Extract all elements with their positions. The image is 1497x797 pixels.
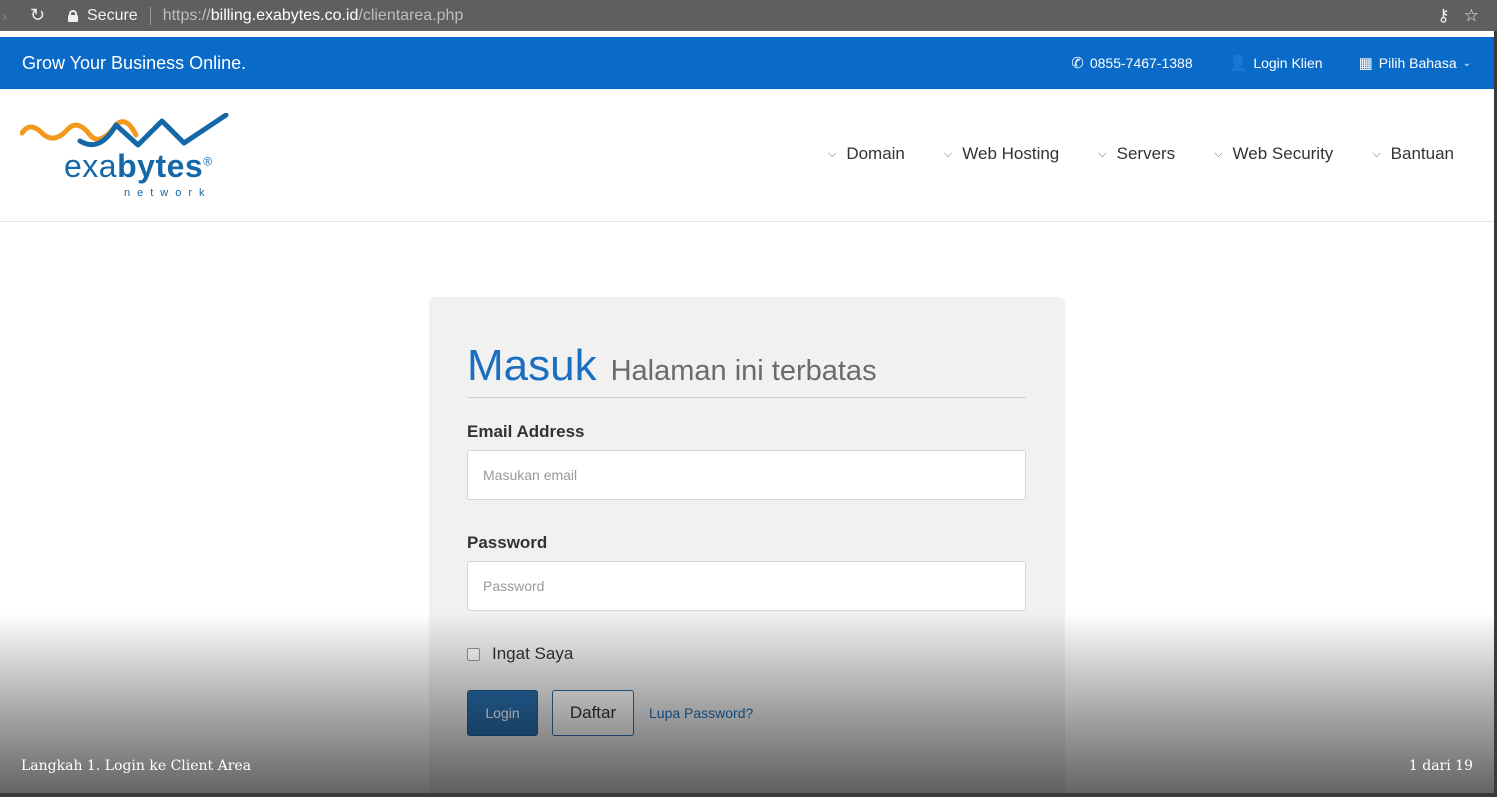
language-label: Pilih Bahasa: [1378, 55, 1457, 71]
nav-bantuan[interactable]: ⌵ Bantuan: [1372, 144, 1454, 164]
top-bar-links: ✆ 0855-7467-1388 👤 Login Klien ▦ Pilih B…: [1035, 54, 1471, 72]
login-button[interactable]: Login: [467, 690, 538, 736]
url-host: billing.exabytes.co.id: [210, 6, 359, 24]
language-icon: ▦: [1358, 55, 1373, 72]
browser-toolbar: › ↻ Secure https://billing.exabytes.co.i…: [0, 0, 1497, 31]
main-nav: ⌵ Domain ⌵ Web Hosting ⌵ Servers ⌵ Web Secur…: [828, 144, 1454, 164]
browser-actions: ⚷ ☆: [1437, 6, 1479, 26]
site-header: exabytes® network ⌵ Domain ⌵ Web Hosting ⌵…: [0, 89, 1497, 222]
bottom-border: [0, 793, 1497, 797]
address-separator: [149, 6, 151, 25]
reload-icon[interactable]: ↻: [30, 5, 52, 26]
email-field[interactable]: [467, 450, 1026, 500]
secure-label: Secure: [87, 6, 138, 24]
chevron-down-icon: ⌵: [1214, 147, 1223, 160]
forgot-password-link[interactable]: Lupa Password?: [649, 705, 753, 721]
phone-icon: ✆: [1071, 55, 1084, 72]
password-field[interactable]: [467, 561, 1026, 611]
logo-wordmark: exabytes®: [64, 148, 213, 184]
page-content: Masuk Halaman ini terbatas Email Address…: [0, 222, 1497, 797]
url-path: /clientarea.php: [358, 6, 464, 24]
top-bar: Grow Your Business Online. ✆ 0855-7467-1…: [0, 37, 1497, 89]
remember-label: Ingat Saya: [492, 644, 574, 663]
chevron-down-icon: ⌵: [1372, 147, 1381, 160]
slide-counter: 1 dari 19: [1408, 758, 1473, 774]
phone-number: 0855-7467-1388: [1089, 55, 1193, 71]
lock-icon: [68, 9, 78, 22]
chevron-down-icon: ⌵: [943, 147, 953, 160]
address-bar[interactable]: https://billing.exabytes.co.id/clientare…: [163, 7, 464, 25]
password-label: Password: [467, 533, 548, 552]
remember-checkbox[interactable]: [467, 647, 480, 661]
chevron-down-icon: ⌵: [827, 147, 837, 160]
chevron-down-icon: ⌵: [1098, 147, 1107, 160]
step-caption: Langkah 1. Login ke Client Area: [21, 758, 252, 774]
phone-link[interactable]: ✆ 0855-7467-1388: [1071, 54, 1192, 72]
page-title: Masuk: [467, 341, 597, 390]
nav-servers[interactable]: ⌵ Servers: [1098, 144, 1175, 164]
remember-me[interactable]: Ingat Saya: [467, 644, 573, 664]
key-icon[interactable]: ⚷: [1437, 6, 1449, 26]
chevron-down-icon: ⌄: [1462, 57, 1471, 69]
logo-subtitle: network: [124, 187, 212, 199]
heading-divider: [467, 397, 1026, 398]
logo-wave-icon: [20, 113, 229, 148]
bookmark-star-icon[interactable]: ☆: [1464, 6, 1479, 26]
login-klien-link[interactable]: 👤 Login Klien: [1229, 54, 1323, 72]
nav-domain[interactable]: ⌵ Domain: [828, 144, 905, 164]
language-selector[interactable]: ▦ Pilih Bahasa ⌄: [1359, 54, 1471, 72]
login-heading: Masuk Halaman ini terbatas: [467, 341, 877, 391]
url-scheme: https://: [162, 6, 211, 24]
login-card: Masuk Halaman ini terbatas Email Address…: [429, 297, 1065, 797]
email-label: Email Address: [467, 422, 585, 441]
page-subtitle: Halaman ini terbatas: [610, 355, 877, 387]
login-klien-label: Login Klien: [1253, 55, 1323, 71]
forward-icon[interactable]: ›: [2, 8, 16, 24]
register-button[interactable]: Daftar: [552, 690, 634, 736]
exabytes-logo[interactable]: exabytes® network: [20, 113, 240, 203]
tagline: Grow Your Business Online.: [22, 52, 247, 73]
nav-web-security[interactable]: ⌵ Web Security: [1214, 144, 1333, 164]
nav-web-hosting[interactable]: ⌵ Web Hosting: [944, 144, 1059, 164]
user-icon: 👤: [1228, 55, 1248, 72]
